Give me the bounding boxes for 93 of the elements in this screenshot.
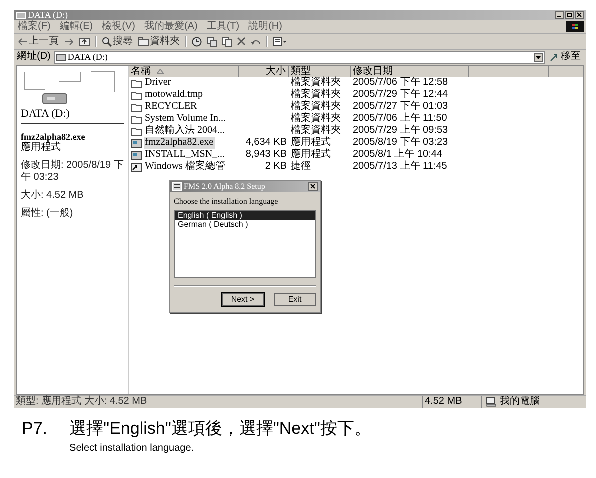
file-name[interactable]: 自然輸入法 2004... <box>144 125 226 137</box>
file-date: 2005/7/29 上午 09:53 <box>353 125 448 137</box>
language-list[interactable]: English ( English ) German ( Deutsch ) <box>174 210 316 278</box>
window-title: DATA (D:) <box>28 10 68 20</box>
language-option[interactable]: German ( Deutsch ) <box>175 220 315 229</box>
address-field[interactable]: DATA (D:) <box>54 50 545 64</box>
folder-icon <box>131 90 142 100</box>
file-type: 應用程式 <box>291 137 331 148</box>
file-date: 2005/8/1 上午 10:44 <box>353 149 443 160</box>
folder-icon <box>131 102 142 112</box>
file-type: 檔案資料夾 <box>291 125 341 136</box>
file-name[interactable]: motowald.tmp <box>144 89 204 101</box>
setup-icon <box>172 182 182 191</box>
search-icon <box>102 36 112 46</box>
application-icon <box>131 150 142 160</box>
arrow-right-icon[interactable] <box>64 38 74 46</box>
next-button[interactable]: Next > <box>222 293 264 306</box>
menu-item[interactable]: 工具(T) <box>206 20 240 32</box>
instruction-subtext: Select installation language. <box>70 443 196 454</box>
column-header[interactable]: 名稱 <box>129 66 239 77</box>
windows-logo-icon <box>566 21 584 32</box>
file-date: 2005/7/06 下午 12:58 <box>353 77 448 89</box>
file-date: 2005/8/19 下午 03:23 <box>353 137 448 148</box>
file-name[interactable]: Driver <box>144 77 172 89</box>
computer-icon <box>486 397 497 407</box>
application-icon <box>131 138 142 148</box>
folder-tree-button[interactable]: 資料夾 <box>138 36 180 48</box>
file-type: 應用程式 <box>291 149 331 160</box>
clock-icon[interactable] <box>192 36 202 46</box>
sort-icon <box>157 69 164 74</box>
menu-item[interactable]: 編輯(E) <box>60 20 94 32</box>
file-type: 檔案資料夾 <box>291 113 341 124</box>
file-name: fmz2alpha82.exe <box>21 132 86 142</box>
arrow-left-button[interactable]: 上一頁 <box>18 36 59 48</box>
language-option[interactable]: English ( English ) <box>175 211 315 220</box>
zone-label: 我的電腦 <box>500 396 540 408</box>
file-size: 4,634 KB <box>246 137 287 149</box>
copy-icon[interactable] <box>222 36 232 46</box>
arrow-left-icon <box>18 38 28 46</box>
file-name[interactable]: RECYCLER <box>144 101 198 113</box>
menu-item[interactable]: 我的最愛(A) <box>144 20 198 32</box>
file-name[interactable]: fmz2alpha82.exe <box>144 137 215 149</box>
status-text: 類型: 應用程式 大小: 4.52 MB <box>15 396 148 408</box>
file-name[interactable]: Windows 檔案總管 <box>144 161 226 173</box>
go-button[interactable]: 移至 <box>548 51 583 63</box>
shortcut-icon <box>131 162 142 172</box>
column-header[interactable]: 修改日期 <box>351 66 469 77</box>
minimize-icon[interactable] <box>555 11 564 19</box>
undo-icon[interactable] <box>251 38 261 46</box>
exit-button[interactable]: Exit <box>274 293 316 306</box>
views-icon[interactable] <box>273 37 287 46</box>
drive-name: DATA (D:) <box>21 108 124 124</box>
file-date: 2005/7/29 下午 12:44 <box>353 89 448 101</box>
file-attributes: 屬性: (一般) <box>21 208 74 220</box>
delete-icon[interactable] <box>237 37 246 46</box>
menu-item[interactable]: 檔案(F) <box>18 20 51 32</box>
status-size: 4.52 MB <box>422 396 481 408</box>
folder-icon <box>131 126 142 136</box>
close-icon[interactable] <box>575 11 584 19</box>
modified-date: 修改日期: 2005/8/19 下午 03:23 <box>21 160 124 184</box>
file-size: 大小: 4.52 MB <box>21 190 85 202</box>
file-type: 應用程式 <box>21 142 61 154</box>
folder-icon <box>131 114 142 124</box>
move-to-icon[interactable] <box>207 36 217 46</box>
menu-item[interactable]: 說明(H) <box>248 20 282 32</box>
file-type: 檔案資料夾 <box>291 89 341 100</box>
folder-up-icon[interactable] <box>79 37 90 46</box>
column-header[interactable]: 大小 <box>239 66 289 77</box>
file-size: 8,943 KB <box>246 149 287 161</box>
file-date: 2005/7/27 下午 01:03 <box>353 101 448 112</box>
menu-item[interactable]: 檢視(V) <box>102 20 136 32</box>
arrow-icon <box>550 52 559 62</box>
drive-icon <box>56 54 66 60</box>
close-icon[interactable] <box>308 182 318 191</box>
restore-icon[interactable] <box>565 11 574 19</box>
step-number: P7. <box>22 418 48 440</box>
folder-tree-icon <box>138 37 149 46</box>
file-type: 檔案資料夾 <box>291 101 341 112</box>
drive-icon <box>16 12 26 18</box>
dialog-prompt: Choose the installation language <box>174 197 280 206</box>
instruction-text: 選擇"English"選項後，選擇"Next"按下。 <box>70 418 372 440</box>
file-type: 檔案資料夾 <box>291 77 341 88</box>
file-name[interactable]: System Volume In... <box>144 113 228 125</box>
dropdown-icon[interactable] <box>534 52 543 62</box>
file-date: 2005/7/13 上午 11:45 <box>353 161 448 173</box>
address-label: 網址(D) <box>17 51 51 63</box>
file-type: 捷徑 <box>291 161 311 173</box>
file-size: 2 KB <box>265 161 287 173</box>
column-header[interactable]: 類型 <box>289 66 351 77</box>
dialog-title: FMS 2.0 Alpha 8.2 Setup <box>184 182 266 192</box>
file-name[interactable]: INSTALL_MSN_... <box>144 149 226 161</box>
search-button[interactable]: 搜尋 <box>102 36 133 48</box>
file-date: 2005/7/06 上午 11:50 <box>353 113 448 124</box>
